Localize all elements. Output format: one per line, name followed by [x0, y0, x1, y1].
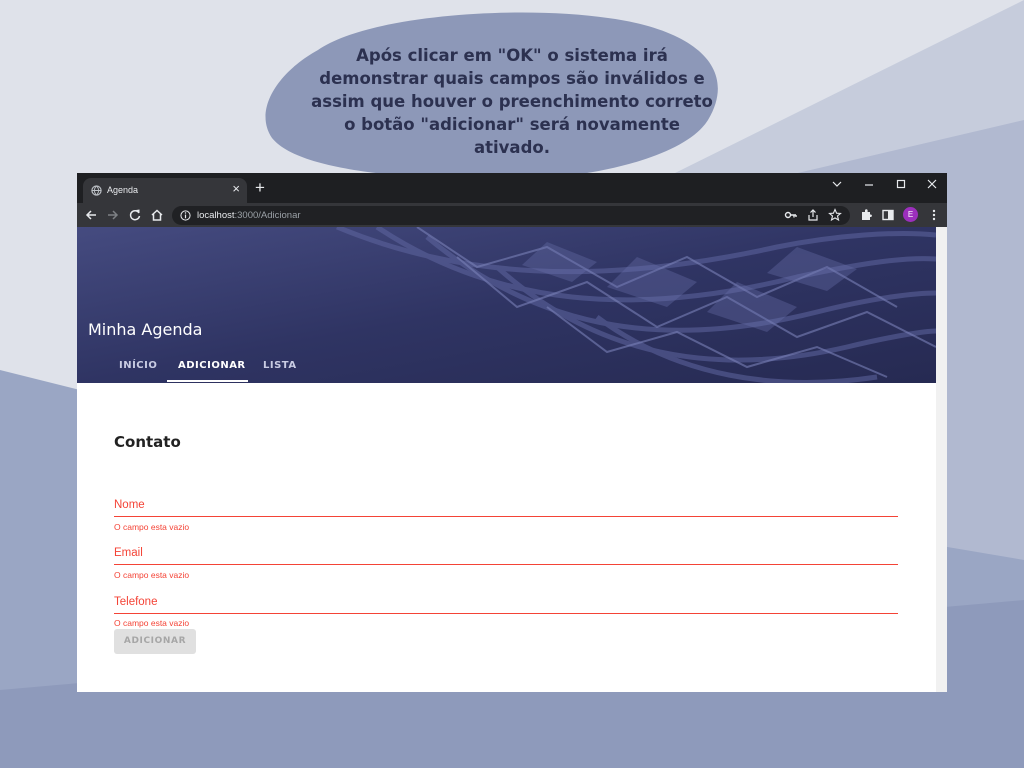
close-icon[interactable]	[920, 177, 944, 191]
active-tab-indicator	[167, 380, 248, 382]
info-icon[interactable]	[180, 210, 191, 221]
side-panel-icon[interactable]	[881, 208, 895, 222]
tab-title: Agenda	[107, 185, 139, 195]
forward-icon[interactable]	[106, 208, 120, 222]
app-title: Minha Agenda	[88, 320, 203, 339]
telefone-label: Telefone	[114, 596, 158, 608]
menu-icon[interactable]	[927, 208, 941, 222]
key-icon[interactable]	[784, 208, 798, 222]
url-host: localhost	[197, 210, 235, 221]
new-tab-button[interactable]: +	[255, 179, 265, 197]
telefone-error: O campo esta vazio	[114, 618, 190, 628]
browser-window: Agenda × + localhost:3000/Adicionar E Mi…	[77, 173, 947, 692]
minimize-icon[interactable]	[857, 177, 881, 191]
tab-close-icon[interactable]: ×	[232, 182, 240, 196]
caption-line: ativado.	[474, 138, 550, 157]
tab-inicio[interactable]: INÍCIO	[119, 360, 157, 371]
tab-strip: Agenda × +	[77, 173, 947, 203]
caption-line: demonstrar quais campos são inválidos e	[319, 69, 705, 88]
email-underline	[114, 564, 898, 565]
back-icon[interactable]	[84, 208, 98, 222]
form-title: Contato	[114, 433, 181, 451]
star-icon[interactable]	[828, 208, 842, 222]
caption-line: Após clicar em "OK" o sistema irá	[356, 46, 668, 65]
maximize-icon[interactable]	[889, 177, 913, 191]
scrollbar[interactable]	[936, 227, 947, 692]
page-viewport: Minha Agenda INÍCIO ADICIONAR LISTA Cont…	[77, 227, 947, 692]
caption-text: Após clicar em "OK" o sistema irá demons…	[300, 44, 724, 159]
url-text: localhost:3000/Adicionar	[197, 210, 301, 221]
extensions-icon[interactable]	[859, 208, 873, 222]
tab-lista[interactable]: LISTA	[263, 360, 297, 371]
address-bar[interactable]: localhost:3000/Adicionar	[172, 206, 850, 225]
caption-line: assim que houver o preenchimento correto	[311, 92, 713, 111]
browser-toolbar: localhost:3000/Adicionar E	[77, 203, 947, 227]
browser-tab[interactable]: Agenda ×	[83, 178, 247, 203]
url-path: :3000/Adicionar	[234, 210, 301, 221]
home-icon[interactable]	[150, 208, 164, 222]
email-label: Email	[114, 547, 143, 559]
add-button[interactable]: ADICIONAR	[114, 629, 196, 654]
reload-icon[interactable]	[128, 208, 142, 222]
tab-adicionar[interactable]: ADICIONAR	[178, 360, 246, 371]
globe-icon	[91, 185, 102, 196]
telefone-underline	[114, 613, 898, 614]
profile-avatar[interactable]: E	[903, 207, 918, 222]
header-banner: Minha Agenda INÍCIO ADICIONAR LISTA	[77, 227, 936, 383]
nome-error: O campo esta vazio	[114, 522, 190, 532]
nome-underline	[114, 516, 898, 517]
tab-list-icon[interactable]	[825, 177, 849, 191]
email-error: O campo esta vazio	[114, 570, 190, 580]
share-icon[interactable]	[806, 208, 820, 222]
caption-line: o botão "adicionar" será novamente	[344, 115, 680, 134]
nome-label: Nome	[114, 499, 145, 511]
